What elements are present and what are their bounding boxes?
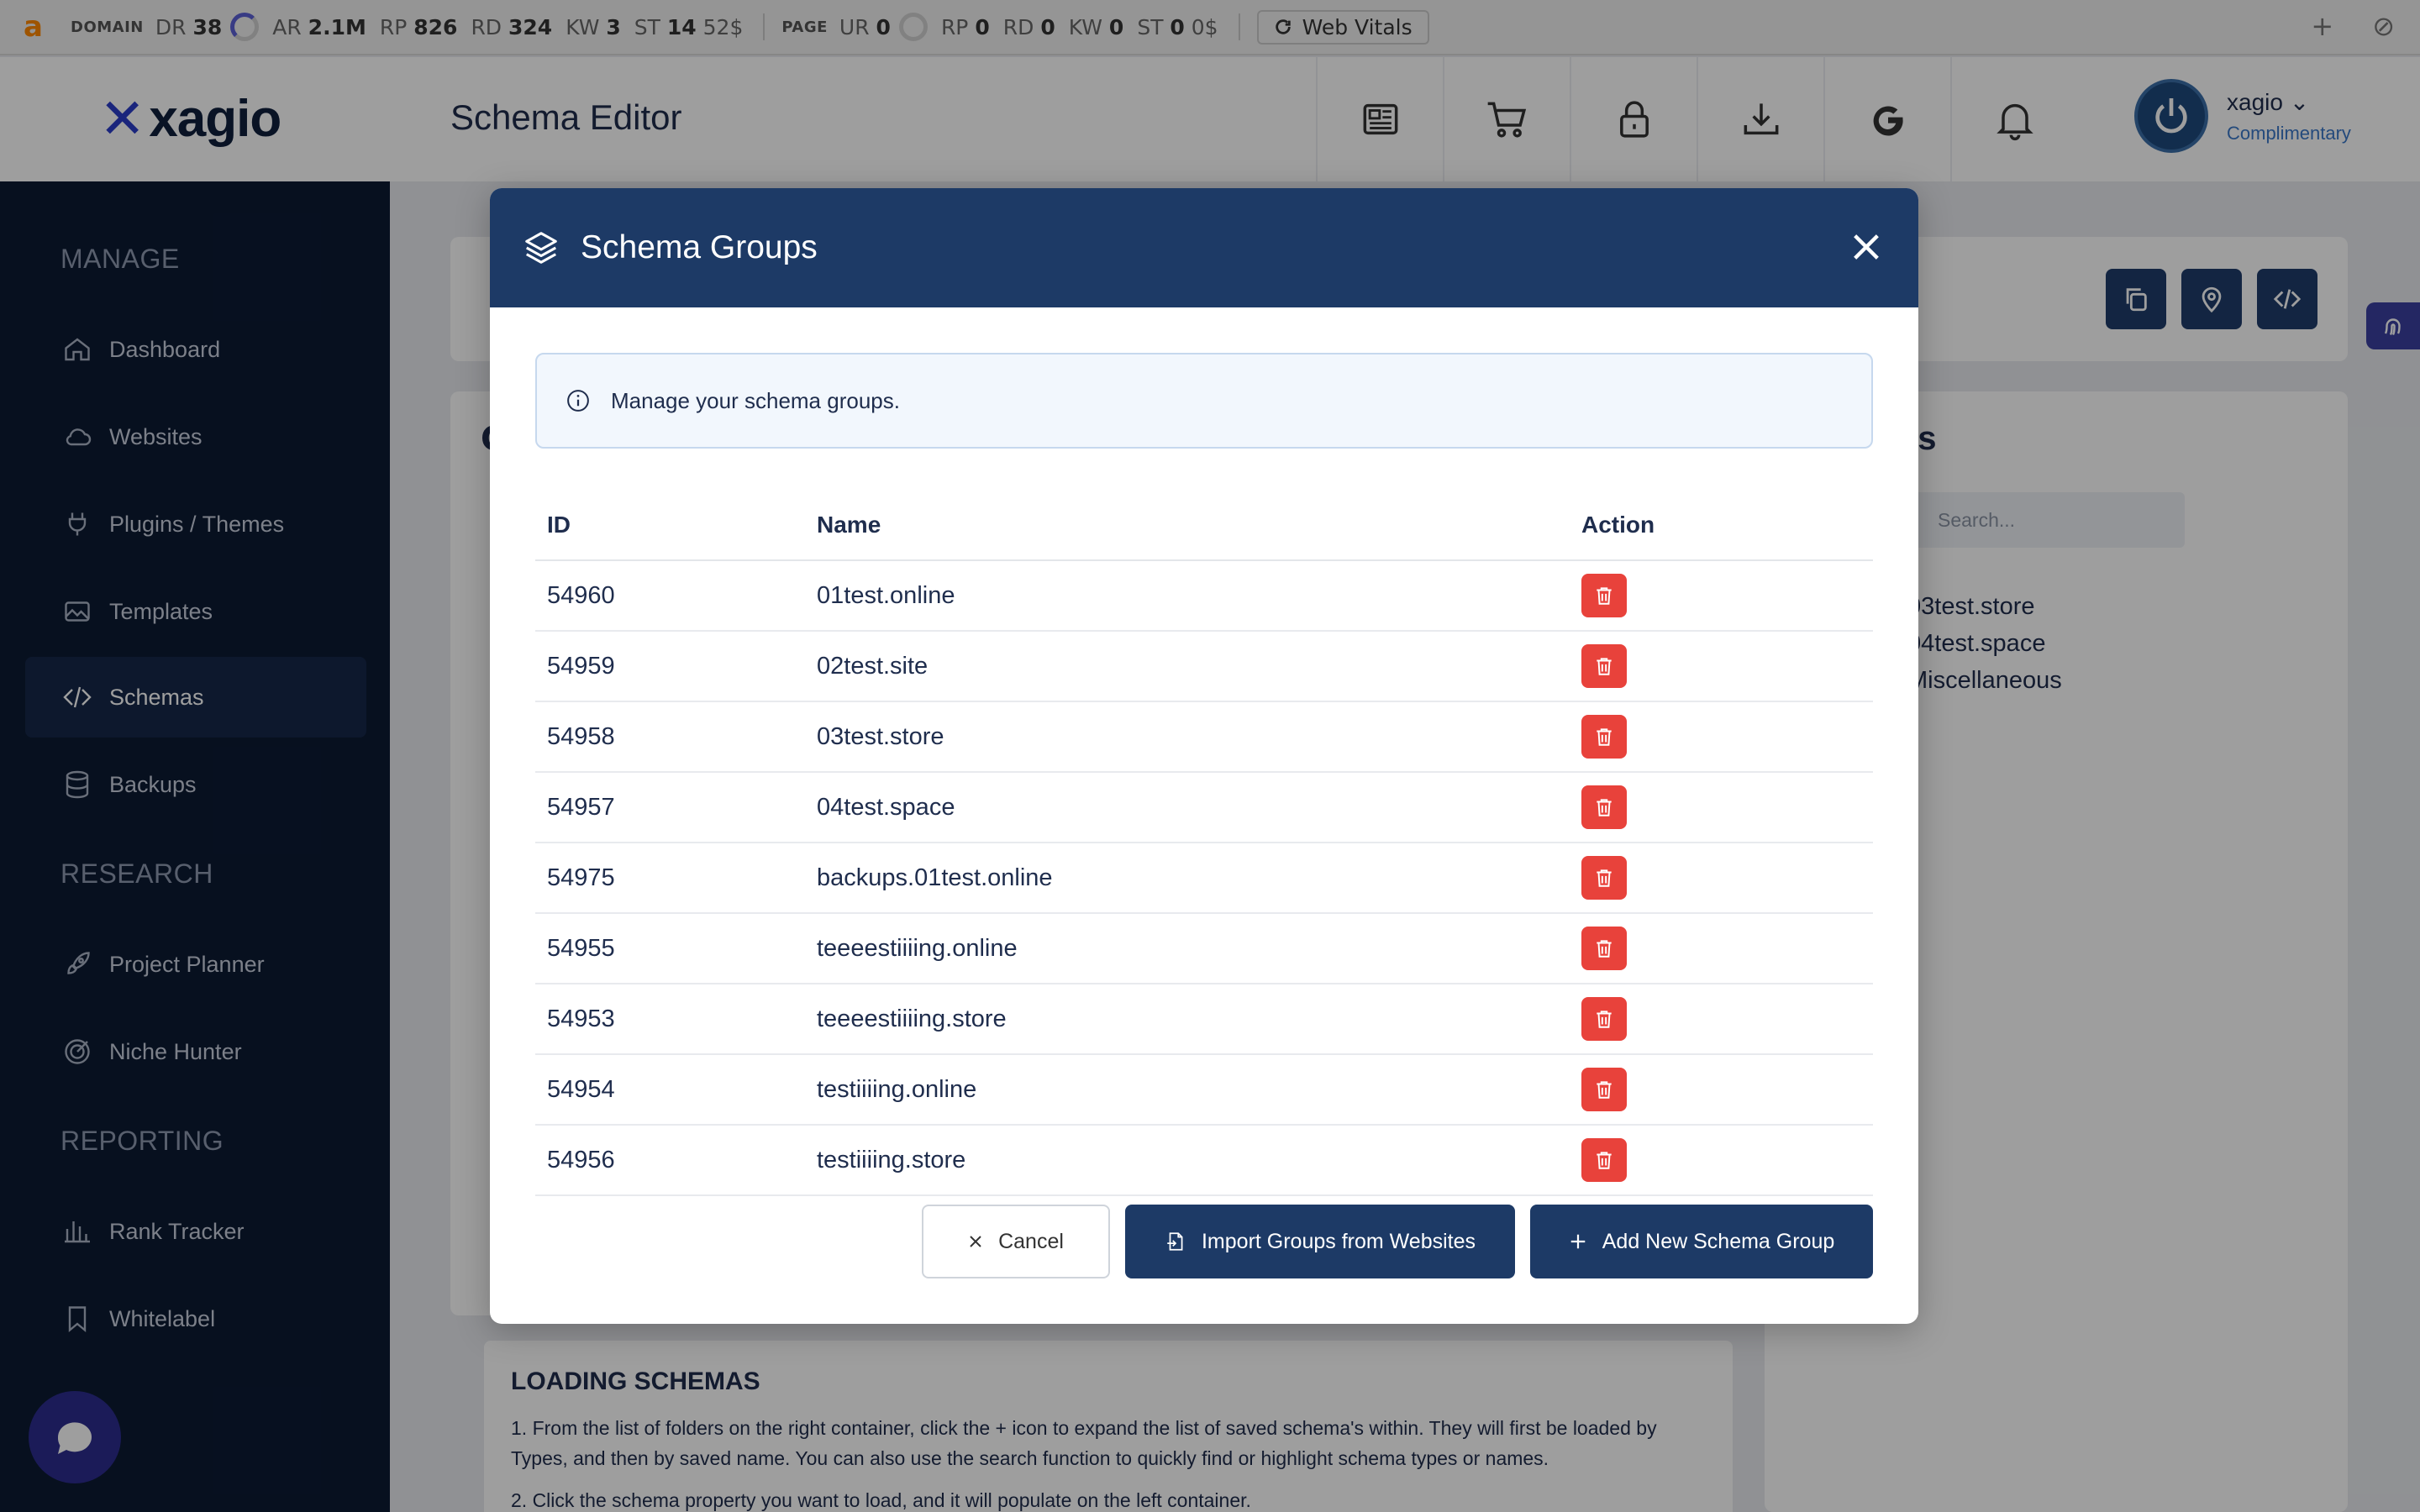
delete-group-button[interactable] (1581, 785, 1627, 829)
trash-icon (1597, 658, 1612, 675)
table-row: 54953 teeeestiiiing.store (535, 984, 1873, 1055)
modal-header: Schema Groups (490, 188, 1918, 307)
close-icon (968, 1234, 983, 1249)
table-row: 54955 teeeestiiiing.online (535, 914, 1873, 984)
info-icon (567, 390, 589, 412)
trash-icon (1597, 799, 1612, 816)
trash-icon (1597, 1081, 1612, 1099)
delete-group-button[interactable] (1581, 1138, 1627, 1182)
table-row: 54957 04test.space (535, 773, 1873, 843)
group-id: 54959 (547, 652, 615, 680)
group-id: 54957 (547, 793, 615, 821)
group-id: 54975 (547, 864, 615, 891)
table-row: 54958 03test.store (535, 702, 1873, 773)
delete-group-button[interactable] (1581, 644, 1627, 688)
delete-group-button[interactable] (1581, 856, 1627, 900)
trash-icon (1597, 587, 1612, 605)
column-name: Name (817, 512, 881, 538)
group-id: 54956 (547, 1146, 615, 1173)
file-import-icon (1165, 1230, 1186, 1253)
delete-group-button[interactable] (1581, 1068, 1627, 1111)
group-name: 02test.site (817, 652, 929, 680)
group-id: 54953 (547, 1005, 615, 1032)
table-row: 54954 testiiiing.online (535, 1055, 1873, 1126)
import-groups-button[interactable]: Import Groups from Websites (1125, 1205, 1515, 1278)
trash-icon (1597, 940, 1612, 958)
table-row: 54959 02test.site (535, 632, 1873, 702)
table-row: 54956 testiiiing.store (535, 1126, 1873, 1196)
column-action: Action (1581, 512, 1655, 538)
group-name: 01test.online (817, 581, 955, 609)
cancel-button[interactable]: Cancel (922, 1205, 1110, 1278)
modal-footer: Cancel Import Groups from Websites Add N… (922, 1205, 1873, 1278)
table-row: 54975 backups.01test.online (535, 843, 1873, 914)
group-name: 03test.store (817, 722, 944, 750)
group-id: 54960 (547, 581, 615, 609)
trash-icon (1597, 1011, 1612, 1028)
delete-group-button[interactable] (1581, 715, 1627, 759)
group-name: testiiiing.store (817, 1146, 966, 1173)
layers-icon (525, 232, 557, 264)
trash-icon (1597, 1152, 1612, 1169)
trash-icon (1597, 869, 1612, 887)
group-name: testiiiing.online (817, 1075, 977, 1103)
group-name: teeeestiiiing.online (817, 934, 1018, 962)
schema-groups-table: ID Name Action 54960 01test.online 54959 02… (535, 491, 1873, 1196)
group-name: 04test.space (817, 793, 955, 821)
add-schema-group-button[interactable]: Add New Schema Group (1530, 1205, 1873, 1278)
delete-group-button[interactable] (1581, 574, 1627, 617)
trash-icon (1597, 728, 1612, 746)
delete-group-button[interactable] (1581, 927, 1627, 970)
delete-group-button[interactable] (1581, 997, 1627, 1041)
table-row: 54960 01test.online (535, 561, 1873, 632)
group-name: backups.01test.online (817, 864, 1053, 891)
group-id: 54958 (547, 722, 615, 750)
table-header: ID Name Action (535, 491, 1873, 561)
column-id: ID (547, 512, 571, 538)
close-icon[interactable] (1849, 230, 1883, 264)
schema-groups-modal: Schema Groups Manage your schema groups.… (490, 188, 1918, 1324)
modal-title: Schema Groups (581, 229, 818, 265)
group-id: 54954 (547, 1075, 615, 1103)
plus-icon (1569, 1232, 1587, 1251)
group-name: teeeestiiiing.store (817, 1005, 1007, 1032)
info-alert: Manage your schema groups. (535, 353, 1873, 449)
group-id: 54955 (547, 934, 615, 962)
info-text: Manage your schema groups. (611, 387, 900, 413)
